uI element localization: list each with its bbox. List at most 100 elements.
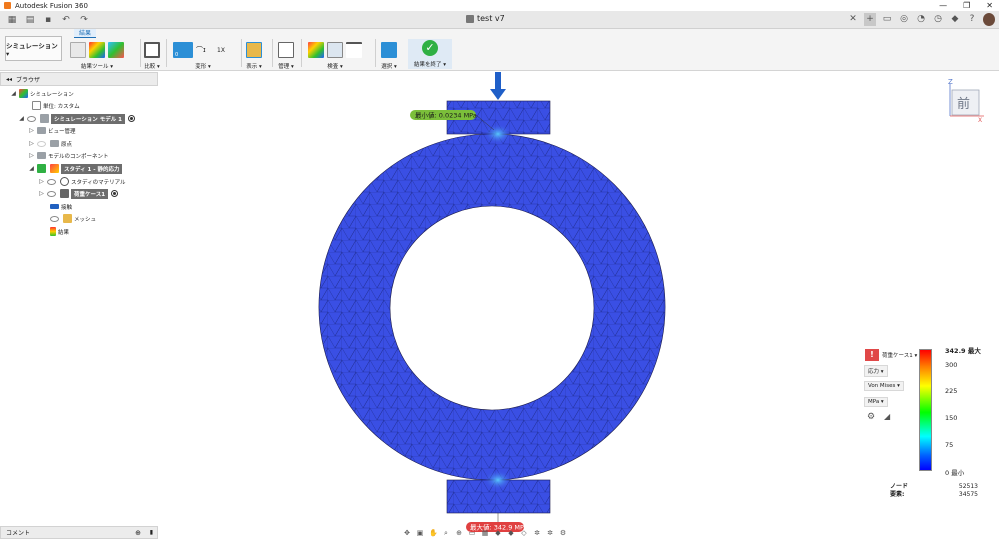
group-label-inspect[interactable]: 検査 ▾ <box>308 62 362 70</box>
tree-row-mesh[interactable]: メッシュ <box>48 213 96 224</box>
group-label-finish-results[interactable]: 結果を終了 ▾ <box>408 60 452 68</box>
document-tab[interactable]: test v7 <box>466 14 505 23</box>
zoom-icon[interactable]: ⌕ <box>442 529 450 537</box>
notifications-icon[interactable]: ◆ <box>949 13 961 26</box>
deform-scale-icon[interactable]: 1X <box>217 47 233 54</box>
elements-value: 34575 <box>958 491 978 498</box>
new-tab-icon[interactable]: + <box>864 13 876 26</box>
legend-scale-icon[interactable]: ◢ <box>884 412 890 421</box>
close-tab-icon[interactable]: ✕ <box>847 13 859 26</box>
effects-icon[interactable]: ✲ <box>533 529 541 537</box>
tree-row-results[interactable]: 結果 <box>48 226 69 237</box>
probe-icon[interactable] <box>308 42 324 58</box>
pan-icon[interactable]: ✋ <box>429 529 438 537</box>
deform-zero-icon[interactable]: 0 <box>173 42 193 58</box>
panel-toggle-icon[interactable]: ▮ <box>150 529 153 536</box>
select-cursor-icon[interactable] <box>381 42 397 58</box>
tree-row-load-case[interactable]: ▷ 荷重ケース1 <box>38 188 119 199</box>
tree-row-model-components[interactable]: ▷ モデルのコンポーネント <box>28 150 109 161</box>
group-label-deform[interactable]: 変形 ▾ <box>173 62 233 70</box>
shaded-icon[interactable]: ◆ <box>507 529 515 537</box>
help-icon[interactable]: ? <box>966 13 978 26</box>
tree-row-study[interactable]: ◢ スタディ 1 - 静的応力 <box>28 163 123 174</box>
visibility-eye-icon[interactable] <box>37 140 46 147</box>
orbit-icon[interactable]: ✥ <box>403 529 411 537</box>
collapse-arrows-icon[interactable]: ◂◂ <box>6 76 12 83</box>
tree-row-contacts[interactable]: 接触 <box>48 201 72 212</box>
expand-toggle-icon[interactable]: ▷ <box>38 178 45 185</box>
active-radio-icon[interactable] <box>127 115 135 122</box>
group-label-compare[interactable]: 比較 ▾ <box>144 62 160 70</box>
job-status-icon[interactable]: ◔ <box>915 13 927 26</box>
load-case-selector[interactable]: ! 荷重ケース1 ▾ <box>865 349 918 361</box>
group-label-results-tools[interactable]: 結果ツール ▾ <box>70 62 124 70</box>
minimize-button[interactable]: — <box>939 0 947 11</box>
browser-panel-header[interactable]: ◂◂ ブラウザ <box>0 72 158 86</box>
viewports-icon[interactable]: ◆ <box>494 529 502 537</box>
visibility-eye-icon[interactable] <box>50 215 59 222</box>
collapse-toggle-icon[interactable]: ◢ <box>28 165 35 172</box>
surface-probe-icon[interactable] <box>327 42 343 58</box>
component-dropdown[interactable]: Von Mises ▾ <box>864 381 904 391</box>
display-settings-icon[interactable]: ▭ <box>468 529 476 537</box>
view-cube[interactable]: Z X 前 <box>942 78 987 124</box>
object-visibility-icon[interactable]: ✲ <box>546 529 554 537</box>
expand-toggle-icon[interactable]: ▷ <box>28 140 35 147</box>
result-type-dropdown[interactable]: 応力 ▾ <box>864 365 888 377</box>
tree-row-sim-model[interactable]: ◢ シミュレーション モデル 1 <box>18 113 135 124</box>
tree-row-study-materials[interactable]: ▷ スタディのマテリアル <box>38 176 126 187</box>
visibility-eye-icon[interactable] <box>47 178 56 185</box>
clock-icon[interactable]: ◷ <box>932 13 944 26</box>
expand-toggle-icon[interactable]: ▷ <box>28 127 35 134</box>
section-icon[interactable] <box>346 42 362 58</box>
tree-row-units[interactable]: 単位: カスタム <box>30 100 80 111</box>
grid-settings-icon[interactable]: ▦ <box>481 529 489 537</box>
result-plot-icon[interactable] <box>89 42 105 58</box>
active-radio-icon[interactable] <box>111 190 119 197</box>
close-button[interactable]: ✕ <box>986 0 993 11</box>
load-arrow-icon[interactable] <box>490 89 506 100</box>
tree-row-view-management[interactable]: ▷ ビュー管理 <box>28 125 76 136</box>
tab-results[interactable]: 結果 <box>74 29 96 38</box>
legend-settings-icon[interactable]: ⚙ <box>867 412 875 422</box>
unit-dropdown[interactable]: MPa ▾ <box>864 397 888 407</box>
finish-check-icon[interactable]: ✓ <box>422 40 438 56</box>
workspace-switcher[interactable]: シミュレーション ▾ <box>5 36 62 61</box>
dse-icon[interactable] <box>70 42 86 58</box>
expand-toggle-icon[interactable]: ▷ <box>28 152 35 159</box>
file-menu-icon[interactable]: ▤ <box>24 14 36 26</box>
deform-actual-icon[interactable]: ⌒ɪ <box>196 45 214 55</box>
group-label-select[interactable]: 選択 ▾ <box>381 62 397 70</box>
tree-row-simulation[interactable]: ◢ シミュレーション <box>10 88 74 99</box>
collapse-toggle-icon[interactable]: ◢ <box>18 115 25 122</box>
chat-icon[interactable]: ▭ <box>881 13 893 26</box>
warning-icon[interactable]: ! <box>865 349 879 361</box>
redo-icon[interactable]: ↷ <box>78 14 90 26</box>
collapse-toggle-icon[interactable]: ◢ <box>10 90 17 97</box>
compare-icon[interactable] <box>144 42 160 58</box>
tree-row-origin[interactable]: ▷ 原点 <box>28 138 72 149</box>
canvas-viewport[interactable]: 最小値: 0.0234 MPa 最大値: 342.9 MPa <box>160 72 999 541</box>
camera-icon[interactable]: ⚙ <box>559 529 567 537</box>
extensions-icon[interactable]: ◎ <box>898 13 910 26</box>
stress-hotspot-top <box>484 124 512 144</box>
title-bar: Autodesk Fusion 360 — ❐ ✕ <box>0 0 999 11</box>
comment-panel[interactable]: コメント ⊕ ▮ <box>0 526 158 539</box>
display-icon[interactable] <box>246 42 262 58</box>
add-comment-icon[interactable]: ⊕ <box>135 529 141 537</box>
manage-icon[interactable] <box>278 42 294 58</box>
wireframe-icon[interactable]: ◇ <box>520 529 528 537</box>
restore-button[interactable]: ❐ <box>963 0 970 11</box>
look-at-icon[interactable]: ▣ <box>416 529 424 537</box>
result-compare-icon[interactable] <box>108 42 124 58</box>
avatar[interactable] <box>983 13 995 26</box>
visibility-eye-icon[interactable] <box>27 115 36 122</box>
expand-toggle-icon[interactable]: ▷ <box>38 190 45 197</box>
grid-menu-icon[interactable]: ▦ <box>6 14 18 26</box>
group-label-manage[interactable]: 管理 ▾ <box>278 62 294 70</box>
undo-icon[interactable]: ↶ <box>60 14 72 26</box>
save-icon[interactable]: ▪ <box>42 14 54 26</box>
visibility-eye-icon[interactable] <box>47 190 56 197</box>
group-label-display[interactable]: 表示 ▾ <box>246 62 262 70</box>
zoom-window-icon[interactable]: ⊕ <box>455 529 463 537</box>
